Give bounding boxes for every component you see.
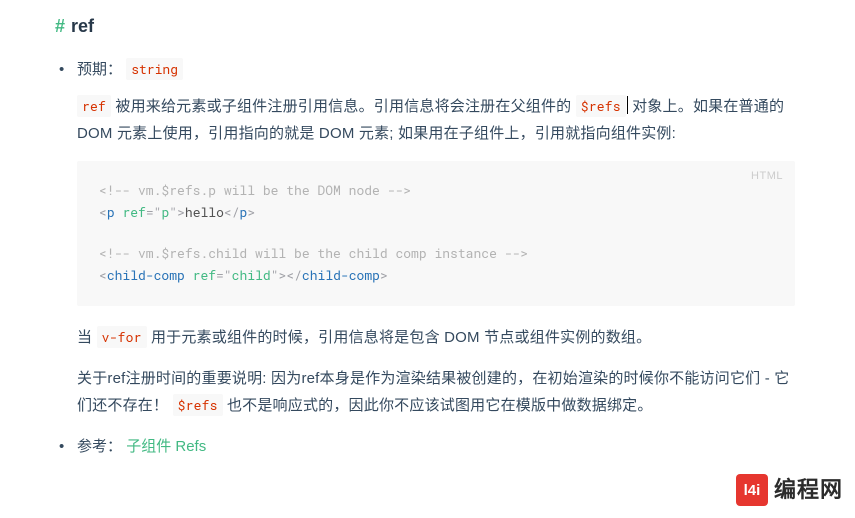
heading-title: ref — [71, 16, 94, 36]
reference-label: 参考： — [77, 438, 122, 455]
code-line-1: <!-- vm.$refs.p will be the DOM node --> — [99, 179, 773, 201]
desc2-pre: 当 — [77, 329, 97, 346]
description-paragraph-1: ref 被用来给元素或子组件注册引用信息。引用信息将会注册在父组件的 $refs… — [77, 93, 795, 147]
reference-link[interactable]: 子组件 Refs — [126, 438, 206, 455]
description-paragraph-2: 当 v-for 用于元素或组件的时候，引用信息将是包含 DOM 节点或组件实例的… — [77, 324, 795, 351]
list-item-expected: 预期： string ref 被用来给元素或子组件注册引用信息。引用信息将会注册… — [77, 56, 795, 418]
code-line-2: <p ref="p">hello</p> — [99, 201, 773, 223]
expected-label: 预期： — [77, 61, 122, 78]
code-comment-2: <!-- vm.$refs.child will be the child co… — [99, 244, 528, 262]
code-block: HTML <!-- vm.$refs.p will be the DOM nod… — [77, 161, 795, 305]
watermark-text: 编程网 — [774, 470, 843, 510]
code-lang-label: HTML — [751, 167, 783, 186]
list-item-reference: 参考： 子组件 Refs — [77, 433, 795, 460]
code-ref: ref — [77, 95, 111, 117]
expected-type-code: string — [126, 58, 183, 80]
code-vfor: v-for — [97, 326, 147, 348]
code-line-5: <child-comp ref="child"></child-comp> — [99, 264, 773, 286]
description-paragraph-3: 关于ref注册时间的重要说明: 因为ref本身是作为渲染结果被创建的，在初始渲染… — [77, 365, 795, 419]
desc3-text2: 也不是响应式的，因此你不应该试图用它在模版中做数据绑定。 — [223, 397, 653, 414]
code-refs-1: $refs — [576, 95, 626, 117]
watermark: l4i 编程网 — [736, 470, 843, 510]
desc2-text: 用于元素或组件的时候，引用信息将是包含 DOM 节点或组件实例的数组。 — [147, 329, 652, 346]
code-blank-line — [99, 224, 773, 242]
code-refs-2: $refs — [173, 394, 223, 416]
content-list: 预期： string ref 被用来给元素或子组件注册引用信息。引用信息将会注册… — [55, 56, 795, 459]
watermark-badge: l4i — [736, 474, 768, 506]
code-line-4: <!-- vm.$refs.child will be the child co… — [99, 242, 773, 264]
desc1-text1: 被用来给元素或子组件注册引用信息。引用信息将会注册在父组件的 — [111, 98, 576, 115]
code-comment-1: <!-- vm.$refs.p will be the DOM node --> — [99, 181, 411, 199]
section-heading: # ref — [55, 10, 795, 42]
doc-page: # ref 预期： string ref 被用来给元素或子组件注册引用信息。引用信… — [0, 0, 855, 480]
heading-hash: # — [55, 16, 65, 36]
